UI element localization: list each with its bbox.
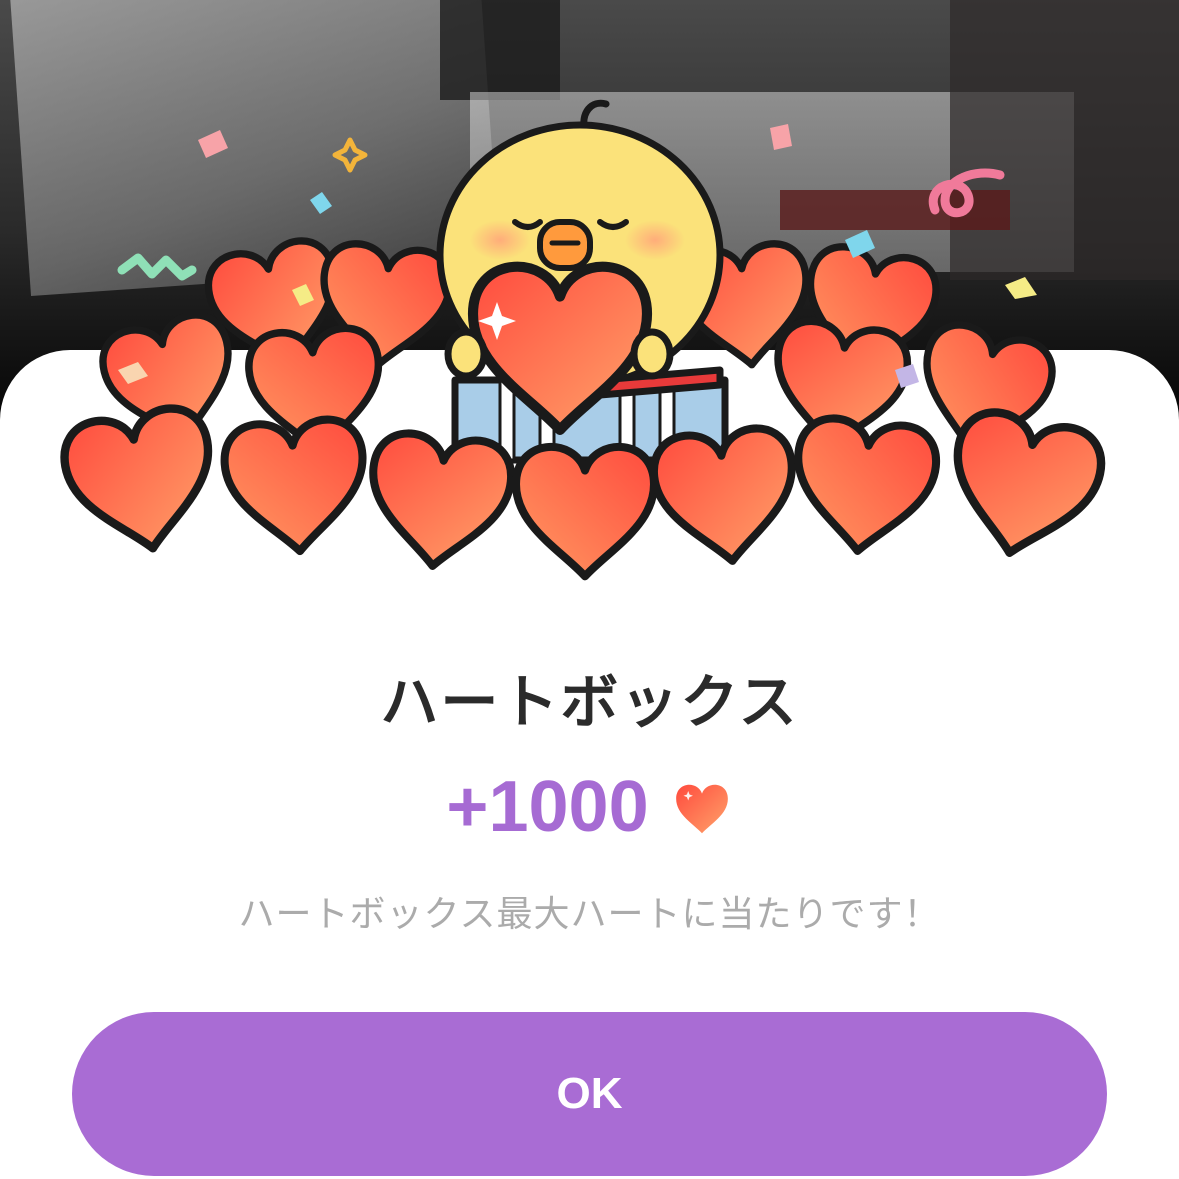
heart-box-illustration — [0, 99, 1179, 600]
reward-amount: +1000 — [446, 767, 649, 847]
heart-icon — [675, 784, 728, 834]
heart-icon — [650, 425, 801, 568]
heart-icon — [59, 403, 224, 561]
reward-row: +1000 — [0, 765, 1179, 849]
heart-icon — [939, 406, 1108, 568]
heart-icon — [789, 415, 940, 558]
heart-icon — [222, 417, 369, 556]
heart-icon — [364, 430, 515, 573]
reward-message: ハートボックス最大ハートに当たりです！ — [238, 894, 941, 935]
heart-icon — [516, 447, 654, 576]
dialog-title: ハートボックス — [380, 668, 799, 736]
ok-button[interactable]: OK — [72, 1012, 1107, 1176]
